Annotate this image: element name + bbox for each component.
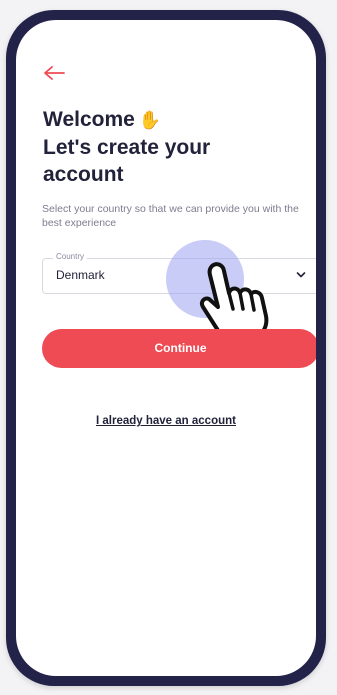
country-select-value: Denmark xyxy=(56,268,105,282)
page-title: Welcome ✋ Let's create your account xyxy=(43,106,313,188)
waving-hand-icon: ✋ xyxy=(138,110,162,130)
continue-button[interactable]: Continue xyxy=(42,329,316,368)
stage: Welcome ✋ Let's create your account Selec… xyxy=(0,0,337,695)
back-arrow-icon[interactable] xyxy=(42,64,66,82)
country-select-label: Country xyxy=(53,252,88,261)
app-screen: Welcome ✋ Let's create your account Selec… xyxy=(16,20,316,676)
title-line-3: account xyxy=(43,163,124,186)
chevron-down-icon xyxy=(296,272,306,278)
title-line-2: Let's create your xyxy=(43,136,211,159)
subtitle: Select your country so that we can provi… xyxy=(42,203,299,229)
already-have-account-link[interactable]: I already have an account xyxy=(16,415,316,427)
phone-frame: Welcome ✋ Let's create your account Selec… xyxy=(6,10,326,686)
title-line-1: Welcome xyxy=(43,108,135,131)
